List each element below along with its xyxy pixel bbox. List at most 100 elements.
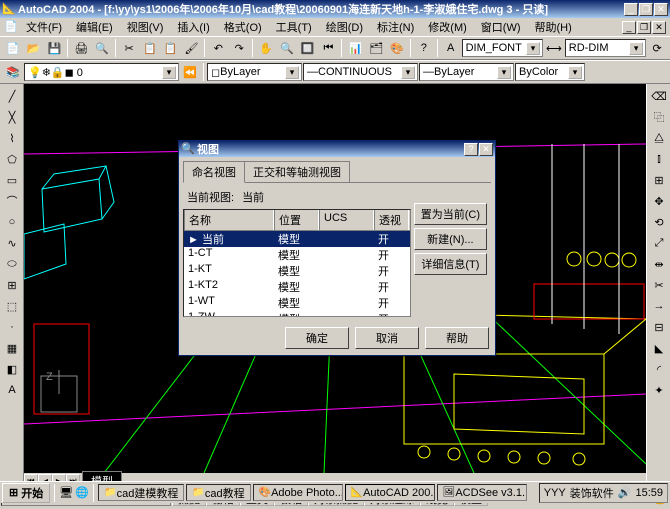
copy-icon[interactable]: 📋	[140, 38, 160, 58]
preview-icon[interactable]: 🔍	[92, 38, 112, 58]
col-ucs[interactable]: UCS	[319, 210, 374, 230]
block-icon[interactable]: ⬚	[2, 296, 22, 316]
quicklaunch-icon[interactable]: 🖥	[59, 486, 73, 500]
pline-icon[interactable]: ⌇	[2, 128, 22, 148]
zoom-window-icon[interactable]: 🔲	[298, 38, 318, 58]
tab-named-views[interactable]: 命名视图	[183, 161, 245, 183]
cancel-button[interactable]: 取消	[355, 327, 419, 349]
mdi-close-button[interactable]: ✕	[652, 21, 666, 34]
col-name[interactable]: 名称	[184, 210, 274, 230]
stretch-icon[interactable]: ⇹	[649, 254, 669, 274]
layer-prev-icon[interactable]: ⏪	[180, 62, 200, 82]
dialog-help-button[interactable]: ?	[464, 143, 478, 156]
erase-icon[interactable]: ⌫	[649, 86, 669, 106]
lineweight-combo[interactable]: — ByLayer	[419, 63, 514, 81]
menu-dim[interactable]: 标注(N)	[371, 18, 420, 36]
menu-window[interactable]: 窗口(W)	[475, 18, 527, 36]
ellipse-icon[interactable]: ⬭	[2, 254, 22, 274]
tray-extra[interactable]: 装饰软件	[570, 485, 614, 501]
list-row[interactable]: ► 当前模型开	[184, 231, 410, 247]
polygon-icon[interactable]: ⬠	[2, 149, 22, 169]
dialog-close-button[interactable]: ✕	[479, 143, 493, 156]
offset-icon[interactable]: ⫾	[649, 149, 669, 169]
plotstyle-combo[interactable]: ByColor	[515, 63, 585, 81]
open-icon[interactable]: 📂	[24, 38, 44, 58]
dimstyle2-combo[interactable]: RD-DIM	[565, 39, 646, 57]
circle-icon[interactable]: ○	[2, 212, 22, 232]
cut-icon[interactable]: ✂	[119, 38, 139, 58]
explode-icon[interactable]: ✦	[649, 380, 669, 400]
mdi-restore-button[interactable]: ❐	[637, 21, 651, 34]
task-1[interactable]: 📁 cad建模教程	[98, 484, 184, 501]
menu-insert[interactable]: 插入(I)	[171, 18, 215, 36]
task-2[interactable]: 📁 cad教程	[186, 484, 250, 501]
copy-obj-icon[interactable]: ⿻	[649, 107, 669, 127]
spline-icon[interactable]: ∿	[2, 233, 22, 253]
redo-icon[interactable]: ↷	[229, 38, 249, 58]
dim-update-icon[interactable]: ⟳	[647, 38, 667, 58]
menu-view[interactable]: 视图(V)	[121, 18, 170, 36]
color-combo[interactable]: ◻ ByLayer	[207, 63, 302, 81]
arc-icon[interactable]: ⌒	[2, 191, 22, 211]
break-icon[interactable]: ⊟	[649, 317, 669, 337]
rotate-icon[interactable]: ⟲	[649, 212, 669, 232]
zoom-prev-icon[interactable]: ⏮	[319, 38, 339, 58]
menu-tools[interactable]: 工具(T)	[270, 18, 318, 36]
start-button[interactable]: ⊞ 开始	[2, 483, 50, 503]
view-list[interactable]: 名称 位置 UCS 透视 ► 当前模型开1-CT模型开1-KT模型开1-KT2模…	[183, 209, 411, 317]
undo-icon[interactable]: ↶	[208, 38, 228, 58]
extend-icon[interactable]: →	[649, 296, 669, 316]
mtext-icon[interactable]: A	[2, 380, 22, 400]
scale-icon[interactable]: ⤢	[649, 233, 669, 253]
zoom-icon[interactable]: 🔍	[277, 38, 297, 58]
minimize-button[interactable]: _	[624, 3, 638, 16]
mirror-icon[interactable]: ⧋	[649, 128, 669, 148]
new-icon[interactable]: 📄	[3, 38, 23, 58]
save-icon[interactable]: 💾	[45, 38, 65, 58]
help-icon[interactable]: ?	[414, 38, 434, 58]
new-view-button[interactable]: 新建(N)...	[414, 228, 487, 250]
hatch-icon[interactable]: ▦	[2, 338, 22, 358]
list-row[interactable]: 1-ZW模型开	[184, 311, 410, 317]
region-icon[interactable]: ◧	[2, 359, 22, 379]
menu-edit[interactable]: 编辑(E)	[70, 18, 119, 36]
list-row[interactable]: 1-CT模型开	[184, 247, 410, 263]
pan-icon[interactable]: ✋	[256, 38, 276, 58]
set-current-button[interactable]: 置为当前(C)	[414, 203, 487, 225]
fillet-icon[interactable]: ◜	[649, 359, 669, 379]
tab-ortho-views[interactable]: 正交和等轴测视图	[244, 161, 350, 182]
text-icon[interactable]: A	[441, 38, 461, 58]
match-icon[interactable]: 🖌	[182, 38, 202, 58]
array-icon[interactable]: ⊞	[649, 170, 669, 190]
props-icon[interactable]: 📊	[345, 38, 365, 58]
close-button[interactable]: ✕	[654, 3, 668, 16]
tool-palette-icon[interactable]: 🎨	[387, 38, 407, 58]
quicklaunch-ie-icon[interactable]: 🌐	[75, 486, 89, 500]
menu-help[interactable]: 帮助(H)	[529, 18, 578, 36]
task-3[interactable]: 🎨 Adobe Photo...	[253, 484, 343, 501]
move-icon[interactable]: ✥	[649, 191, 669, 211]
col-per[interactable]: 透视	[374, 210, 409, 230]
dc-icon[interactable]: 🗂	[366, 38, 386, 58]
list-row[interactable]: 1-WT模型开	[184, 295, 410, 311]
menu-file[interactable]: 文件(F)	[20, 18, 68, 36]
details-button[interactable]: 详细信息(T)	[414, 253, 487, 275]
menu-modify[interactable]: 修改(M)	[422, 18, 473, 36]
help-button[interactable]: 帮助	[425, 327, 489, 349]
task-4[interactable]: 📐 AutoCAD 200...	[345, 484, 435, 501]
list-row[interactable]: 1-KT2模型开	[184, 279, 410, 295]
task-5[interactable]: 🖼 ACDSee v3.1...	[437, 484, 527, 501]
menu-format[interactable]: 格式(O)	[218, 18, 268, 36]
linetype-combo[interactable]: — CONTINUOUS	[303, 63, 418, 81]
maximize-button[interactable]: ❐	[639, 3, 653, 16]
layer-combo[interactable]: 💡❄🔒◼ 0	[24, 63, 179, 81]
mdi-minimize-button[interactable]: _	[622, 21, 636, 34]
point-icon[interactable]: ·	[2, 317, 22, 337]
col-loc[interactable]: 位置	[274, 210, 319, 230]
print-icon[interactable]: 🖨	[71, 38, 91, 58]
rect-icon[interactable]: ▭	[2, 170, 22, 190]
layer-mgr-icon[interactable]: 📚	[3, 62, 23, 82]
dimstyle-combo[interactable]: DIM_FONT	[462, 39, 543, 57]
tray-vol-icon[interactable]: 🔊	[618, 486, 632, 499]
line-icon[interactable]: ╱	[2, 86, 22, 106]
